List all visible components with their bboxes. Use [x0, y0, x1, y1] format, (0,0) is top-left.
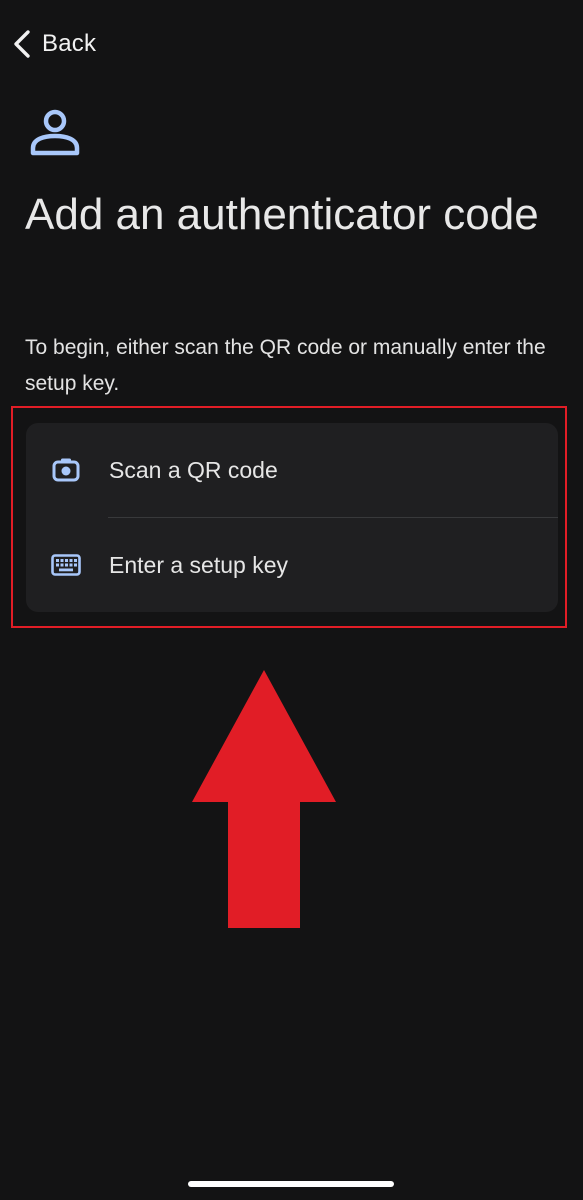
highlight-box: [11, 406, 567, 628]
back-label: Back: [42, 30, 97, 57]
page-description: To begin, either scan the QR code or man…: [25, 336, 546, 395]
chevron-left-icon: [14, 30, 30, 58]
page-title: Add an authenticator code: [25, 190, 539, 239]
home-indicator: [188, 1181, 394, 1187]
person-icon: [30, 109, 80, 156]
back-button[interactable]: Back: [12, 26, 96, 62]
up-arrow-icon: [192, 670, 336, 928]
